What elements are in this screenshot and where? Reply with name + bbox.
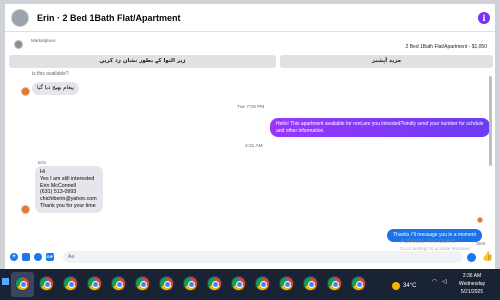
watermark-subtitle: Go to Settings to activate Windows. — [400, 246, 472, 251]
sent-status: Sent — [476, 241, 486, 246]
cut-off-message: is this available? — [32, 71, 69, 77]
chrome-icon[interactable] — [183, 276, 198, 291]
wifi-icon[interactable]: ◠ — [432, 278, 437, 285]
incoming-bubble[interactable]: پیغام بھیج دیا گیا — [32, 82, 80, 95]
emoji-icon[interactable] — [467, 253, 476, 262]
chrome-icon[interactable] — [39, 276, 54, 291]
chrome-icon[interactable] — [231, 276, 246, 291]
timestamp: 2:31 AM — [245, 144, 263, 149]
chrome-icon[interactable] — [63, 276, 78, 291]
chrome-icon[interactable] — [207, 276, 222, 291]
chrome-icon[interactable] — [15, 276, 30, 291]
marketplace-icon — [14, 40, 23, 49]
marketplace-row: Marketplace 2 Bed 1Bath Flat/Apartment -… — [5, 34, 495, 52]
sender-name: Erin — [38, 160, 47, 165]
message-line: chichiberin@yahoo.com — [40, 196, 97, 203]
message-line: Yes I am still interested — [40, 175, 95, 182]
weather-sun-icon[interactable] — [392, 282, 400, 290]
watermark-title: Activate Windows — [400, 238, 456, 245]
chrome-icon[interactable] — [159, 276, 174, 291]
message-line: Hi — [40, 169, 46, 175]
gif-icon[interactable]: GIF — [46, 253, 54, 261]
clock-date: 5/21/2025 — [460, 289, 484, 295]
outgoing-bubble[interactable]: Hello! This apartment available for rent… — [270, 118, 490, 137]
clock-day: Wednesday — [458, 281, 486, 287]
incoming-bubble[interactable]: Hi Yes I am still interested Erin McConn… — [35, 166, 103, 213]
message-line: (631) 513-0993 — [40, 189, 77, 196]
chrome-icon[interactable] — [303, 276, 318, 291]
message-thread[interactable]: is this available? پیغام بھیج دیا گیا Tu… — [5, 70, 495, 248]
composer-bar: + GIF Aa 👍 — [5, 248, 495, 268]
sender-avatar[interactable] — [21, 87, 30, 96]
chat-header: Erin · 2 Bed 1Bath Flat/Apartment i — [5, 4, 495, 32]
listing-title[interactable]: 2 Bed 1Bath Flat/Apartment - $1,050 — [406, 44, 487, 50]
chrome-icon[interactable] — [111, 276, 126, 291]
chrome-icon[interactable] — [135, 276, 150, 291]
weather-temp[interactable]: 34°C — [403, 283, 416, 289]
message-line: Thank you for your time — [40, 202, 96, 209]
volume-icon[interactable]: ◁ — [442, 278, 447, 285]
chat-title[interactable]: Erin · 2 Bed 1Bath Flat/Apartment — [37, 13, 181, 23]
sender-avatar[interactable] — [21, 205, 30, 214]
more-options-button[interactable]: مزید آپشنز — [280, 55, 493, 68]
seen-avatar — [477, 217, 483, 223]
activate-windows-watermark: Activate Windows Go to Settings to activ… — [400, 238, 471, 251]
chrome-icon[interactable] — [87, 276, 102, 291]
like-icon[interactable]: 👍 — [482, 251, 493, 262]
message-line: Erin McConnell — [40, 182, 76, 189]
sticker-icon[interactable] — [34, 253, 42, 261]
timestamp: Tue 7:09 PM — [237, 105, 265, 110]
clock-time: 2:36 AM — [462, 273, 482, 279]
chrome-icon[interactable] — [255, 276, 270, 291]
marketplace-label: Marketplace — [31, 38, 56, 43]
image-icon[interactable] — [22, 253, 30, 261]
plus-icon[interactable]: + — [10, 253, 18, 261]
chrome-icon[interactable] — [351, 276, 366, 291]
taskbar-clock[interactable]: 2:36 AM Wednesday 5/21/2025 — [455, 272, 489, 296]
thread-scrollbar[interactable] — [489, 76, 492, 166]
chrome-icon[interactable] — [279, 276, 294, 291]
windows-taskbar — [0, 269, 500, 300]
contact-avatar[interactable] — [11, 8, 29, 27]
messenger-window: Erin · 2 Bed 1Bath Flat/Apartment i Mark… — [5, 4, 495, 269]
mark-pending-button[interactable]: زیر التوا کے بطور نشان زد کریں — [9, 55, 276, 68]
message-input[interactable]: Aa — [63, 251, 463, 263]
info-icon[interactable]: i — [478, 12, 490, 24]
chrome-icon[interactable] — [327, 276, 342, 291]
start-icon[interactable] — [2, 278, 9, 285]
